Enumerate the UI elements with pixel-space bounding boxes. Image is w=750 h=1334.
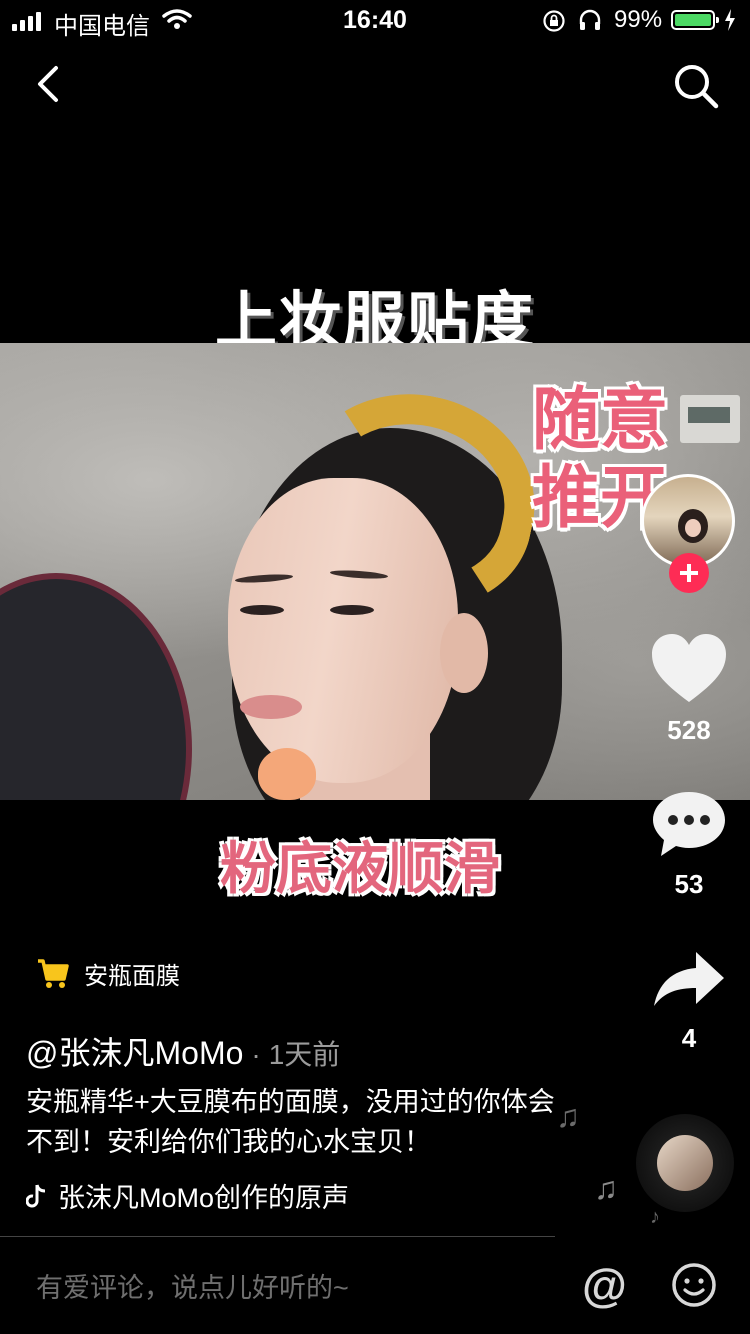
like-count: 528 bbox=[667, 715, 711, 745]
mention-button[interactable]: @ bbox=[582, 1258, 627, 1312]
share-button[interactable] bbox=[652, 950, 726, 1008]
product-link[interactable]: 安瓶面膜 bbox=[36, 956, 180, 991]
tiktok-note-icon bbox=[26, 1184, 46, 1207]
music-note-icon: ♪ bbox=[650, 1206, 660, 1228]
lips bbox=[240, 695, 302, 719]
share-count: 4 bbox=[681, 1023, 697, 1053]
cart-icon bbox=[38, 958, 69, 988]
comment-input[interactable]: 有爱评论，说点儿好听的~ bbox=[36, 1266, 349, 1305]
eye-right bbox=[330, 605, 374, 615]
charging-icon bbox=[725, 9, 735, 31]
music-label: 张沫凡MoMo创作的原声 bbox=[58, 1183, 350, 1213]
product-label: 安瓶面膜 bbox=[84, 963, 180, 990]
comment-button[interactable] bbox=[651, 790, 727, 858]
divider bbox=[0, 1236, 555, 1237]
author-line: @张沫凡MoMo · 1天前 bbox=[26, 1028, 340, 1074]
music-info[interactable]: 张沫凡MoMo创作的原声 bbox=[26, 1176, 546, 1215]
battery-icon bbox=[671, 10, 719, 30]
music-note-icon: ♫ bbox=[594, 1170, 618, 1206]
emoji-button[interactable] bbox=[671, 1262, 717, 1308]
post-description: 安瓶精华+大豆膜布的面膜，没用过的你体会不到！安利给你们我的心水宝贝！ bbox=[26, 1087, 555, 1157]
ear bbox=[440, 613, 488, 693]
video-caption-bottom: 粉底液顺滑 bbox=[220, 837, 500, 900]
separator: · bbox=[251, 1039, 261, 1070]
author-name[interactable]: @张沫凡MoMo bbox=[26, 1035, 243, 1071]
battery-percent: 99% bbox=[614, 6, 663, 33]
post-time: 1天前 bbox=[268, 1039, 341, 1070]
chair bbox=[0, 573, 192, 800]
video-frame[interactable]: 随意 推开 bbox=[0, 343, 750, 800]
status-bar: 中国电信 16:40 99% bbox=[0, 0, 750, 40]
search-button[interactable] bbox=[672, 62, 720, 110]
makeup-sponge bbox=[258, 748, 316, 800]
wall-thermostat bbox=[680, 395, 740, 443]
follow-button[interactable] bbox=[669, 553, 709, 593]
rotation-lock-icon bbox=[543, 10, 565, 32]
music-disc-button[interactable] bbox=[636, 1114, 734, 1212]
like-button[interactable] bbox=[650, 632, 728, 704]
comment-count: 53 bbox=[674, 869, 704, 899]
eye-left bbox=[240, 605, 284, 615]
headphone-icon bbox=[579, 9, 601, 30]
video-caption-right-1: 随意 bbox=[532, 382, 669, 458]
back-button[interactable] bbox=[30, 62, 70, 106]
